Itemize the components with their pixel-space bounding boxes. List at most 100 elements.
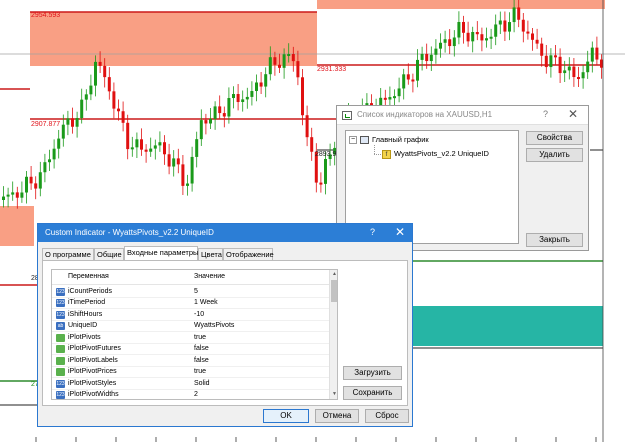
- candle-body: [186, 183, 189, 186]
- table-row[interactable]: iPlotPivots true: [52, 332, 329, 344]
- candle-body: [80, 99, 84, 118]
- close-icon[interactable]: ✕: [395, 225, 405, 239]
- scroll-down-icon[interactable]: ▼: [331, 391, 337, 398]
- tree-item-wyattspivots[interactable]: f WyattsPivots_v2.2 UniqueID: [382, 148, 489, 160]
- candle-body: [590, 47, 594, 62]
- scroll-thumb[interactable]: [331, 280, 337, 302]
- chart-folder-icon: [360, 136, 369, 145]
- candle-body: [296, 61, 300, 78]
- table-scrollbar[interactable]: ▲ ▼: [329, 270, 337, 399]
- scroll-up-icon[interactable]: ▲: [331, 271, 337, 278]
- param-value[interactable]: true: [194, 368, 206, 375]
- tree-item-label: WyattsPivots_v2.2 UniqueID: [394, 149, 489, 158]
- candle-body: [61, 124, 65, 139]
- tree-item-main-chart[interactable]: − Главный график: [349, 134, 429, 146]
- custom-indicator-icon: f: [382, 149, 391, 159]
- candle-body: [457, 21, 461, 38]
- candle-body: [107, 77, 111, 92]
- tab-inputs[interactable]: Входные параметры: [124, 246, 198, 260]
- candle-body: [98, 61, 102, 66]
- candle-body: [264, 74, 268, 87]
- candle-body: [393, 96, 396, 99]
- param-value[interactable]: true: [194, 334, 206, 341]
- price-label-2954: 2954.593: [31, 12, 61, 19]
- dialog-titlebar[interactable]: Custom Indicator - WyattsPivots_v2.2 Uni…: [38, 224, 412, 242]
- close-icon[interactable]: ✕: [568, 107, 578, 121]
- table-row[interactable]: 123 iCountPeriods 5: [52, 286, 329, 298]
- indicator-list-titlebar[interactable]: Список индикаторов на XAUUSD,H1 ? ✕: [337, 106, 588, 125]
- param-value[interactable]: false: [194, 345, 209, 352]
- cancel-button[interactable]: Отмена: [315, 409, 359, 423]
- param-name: iPlotPivotStyles: [68, 379, 117, 387]
- tab-about[interactable]: О программе: [42, 248, 94, 260]
- resistance-zone-right: [317, 0, 605, 9]
- parameters-table[interactable]: Переменная Значение 123 iCountPeriods 5 123…: [51, 269, 338, 400]
- inputs-panel: Переменная Значение 123 iCountPeriods 5 123…: [42, 260, 408, 406]
- ok-button[interactable]: OK: [263, 409, 309, 423]
- help-button[interactable]: ?: [543, 109, 548, 119]
- table-row[interactable]: iPlotPivotLabels false: [52, 355, 329, 367]
- param-value[interactable]: 1 Week: [194, 299, 218, 306]
- candle-body: [190, 156, 194, 184]
- table-row[interactable]: 123 iPlotPivotWidths 2: [52, 390, 329, 399]
- candle-body: [595, 47, 599, 60]
- collapse-icon[interactable]: −: [349, 136, 357, 145]
- param-name: iTimePeriod: [68, 299, 106, 306]
- param-name: iPlotPivotPrices: [68, 368, 117, 375]
- param-value[interactable]: WyattsPivots: [194, 322, 234, 329]
- candle-body: [94, 61, 97, 86]
- candle-body: [153, 145, 157, 149]
- column-value: Значение: [194, 273, 226, 280]
- table-row[interactable]: 123 iPlotPivotStyles Solid: [52, 378, 329, 390]
- tab-visualization[interactable]: Отображение: [223, 248, 274, 260]
- candle-body: [554, 55, 557, 58]
- reset-button[interactable]: Сброс: [365, 409, 409, 423]
- table-row[interactable]: ab UniqueID WyattsPivots: [52, 321, 329, 332]
- table-row[interactable]: iPlotPivotFutures false: [52, 344, 329, 355]
- candle-body: [600, 59, 603, 68]
- table-row[interactable]: iPlotPivotPrices true: [52, 367, 329, 378]
- param-name: iCountPeriods: [68, 287, 112, 295]
- candle-body: [163, 142, 166, 155]
- candle-body: [301, 77, 304, 116]
- tab-colors[interactable]: Цвета: [198, 248, 223, 260]
- number-param-icon: 123: [56, 287, 65, 296]
- candle-body: [503, 20, 507, 32]
- param-value[interactable]: 5: [194, 288, 198, 295]
- candle-body: [563, 70, 567, 74]
- properties-button[interactable]: Свойства: [526, 131, 583, 145]
- save-button[interactable]: Сохранить: [343, 386, 402, 400]
- candle-body: [52, 148, 56, 160]
- delete-button[interactable]: Удалить: [526, 148, 583, 162]
- custom-indicator-dialog: Custom Indicator - WyattsPivots_v2.2 Uni…: [37, 223, 413, 427]
- table-row[interactable]: 123 iShiftHours -10: [52, 309, 329, 321]
- candle-body: [34, 183, 38, 189]
- candle-body: [241, 99, 245, 103]
- candle-body: [29, 176, 33, 184]
- tree-root-label: Главный график: [372, 135, 429, 144]
- candle-body: [517, 7, 521, 20]
- param-value[interactable]: 2: [194, 391, 198, 398]
- candle-body: [448, 39, 452, 47]
- candle-body: [540, 43, 544, 56]
- close-window-button[interactable]: Закрыть: [526, 233, 583, 247]
- number-param-icon: 123: [56, 299, 65, 307]
- candle-body: [475, 31, 479, 35]
- help-button[interactable]: ?: [370, 227, 375, 237]
- candle-body: [310, 137, 314, 152]
- tab-common[interactable]: Общие: [94, 248, 124, 260]
- param-value[interactable]: false: [194, 357, 209, 364]
- param-value[interactable]: -10: [194, 311, 204, 318]
- param-name: iPlotPivotLabels: [68, 356, 118, 364]
- candle-body: [420, 53, 424, 60]
- candle-body: [195, 139, 199, 157]
- candle-body: [429, 54, 433, 62]
- candle-body: [443, 39, 447, 43]
- candle-body: [112, 91, 116, 109]
- param-value[interactable]: Solid: [194, 380, 210, 387]
- param-name: UniqueID: [68, 322, 98, 329]
- table-row[interactable]: 123 iTimePeriod 1 Week: [52, 298, 329, 309]
- candle-body: [521, 19, 525, 32]
- load-button[interactable]: Загрузить: [343, 366, 402, 380]
- candle-body: [144, 149, 148, 152]
